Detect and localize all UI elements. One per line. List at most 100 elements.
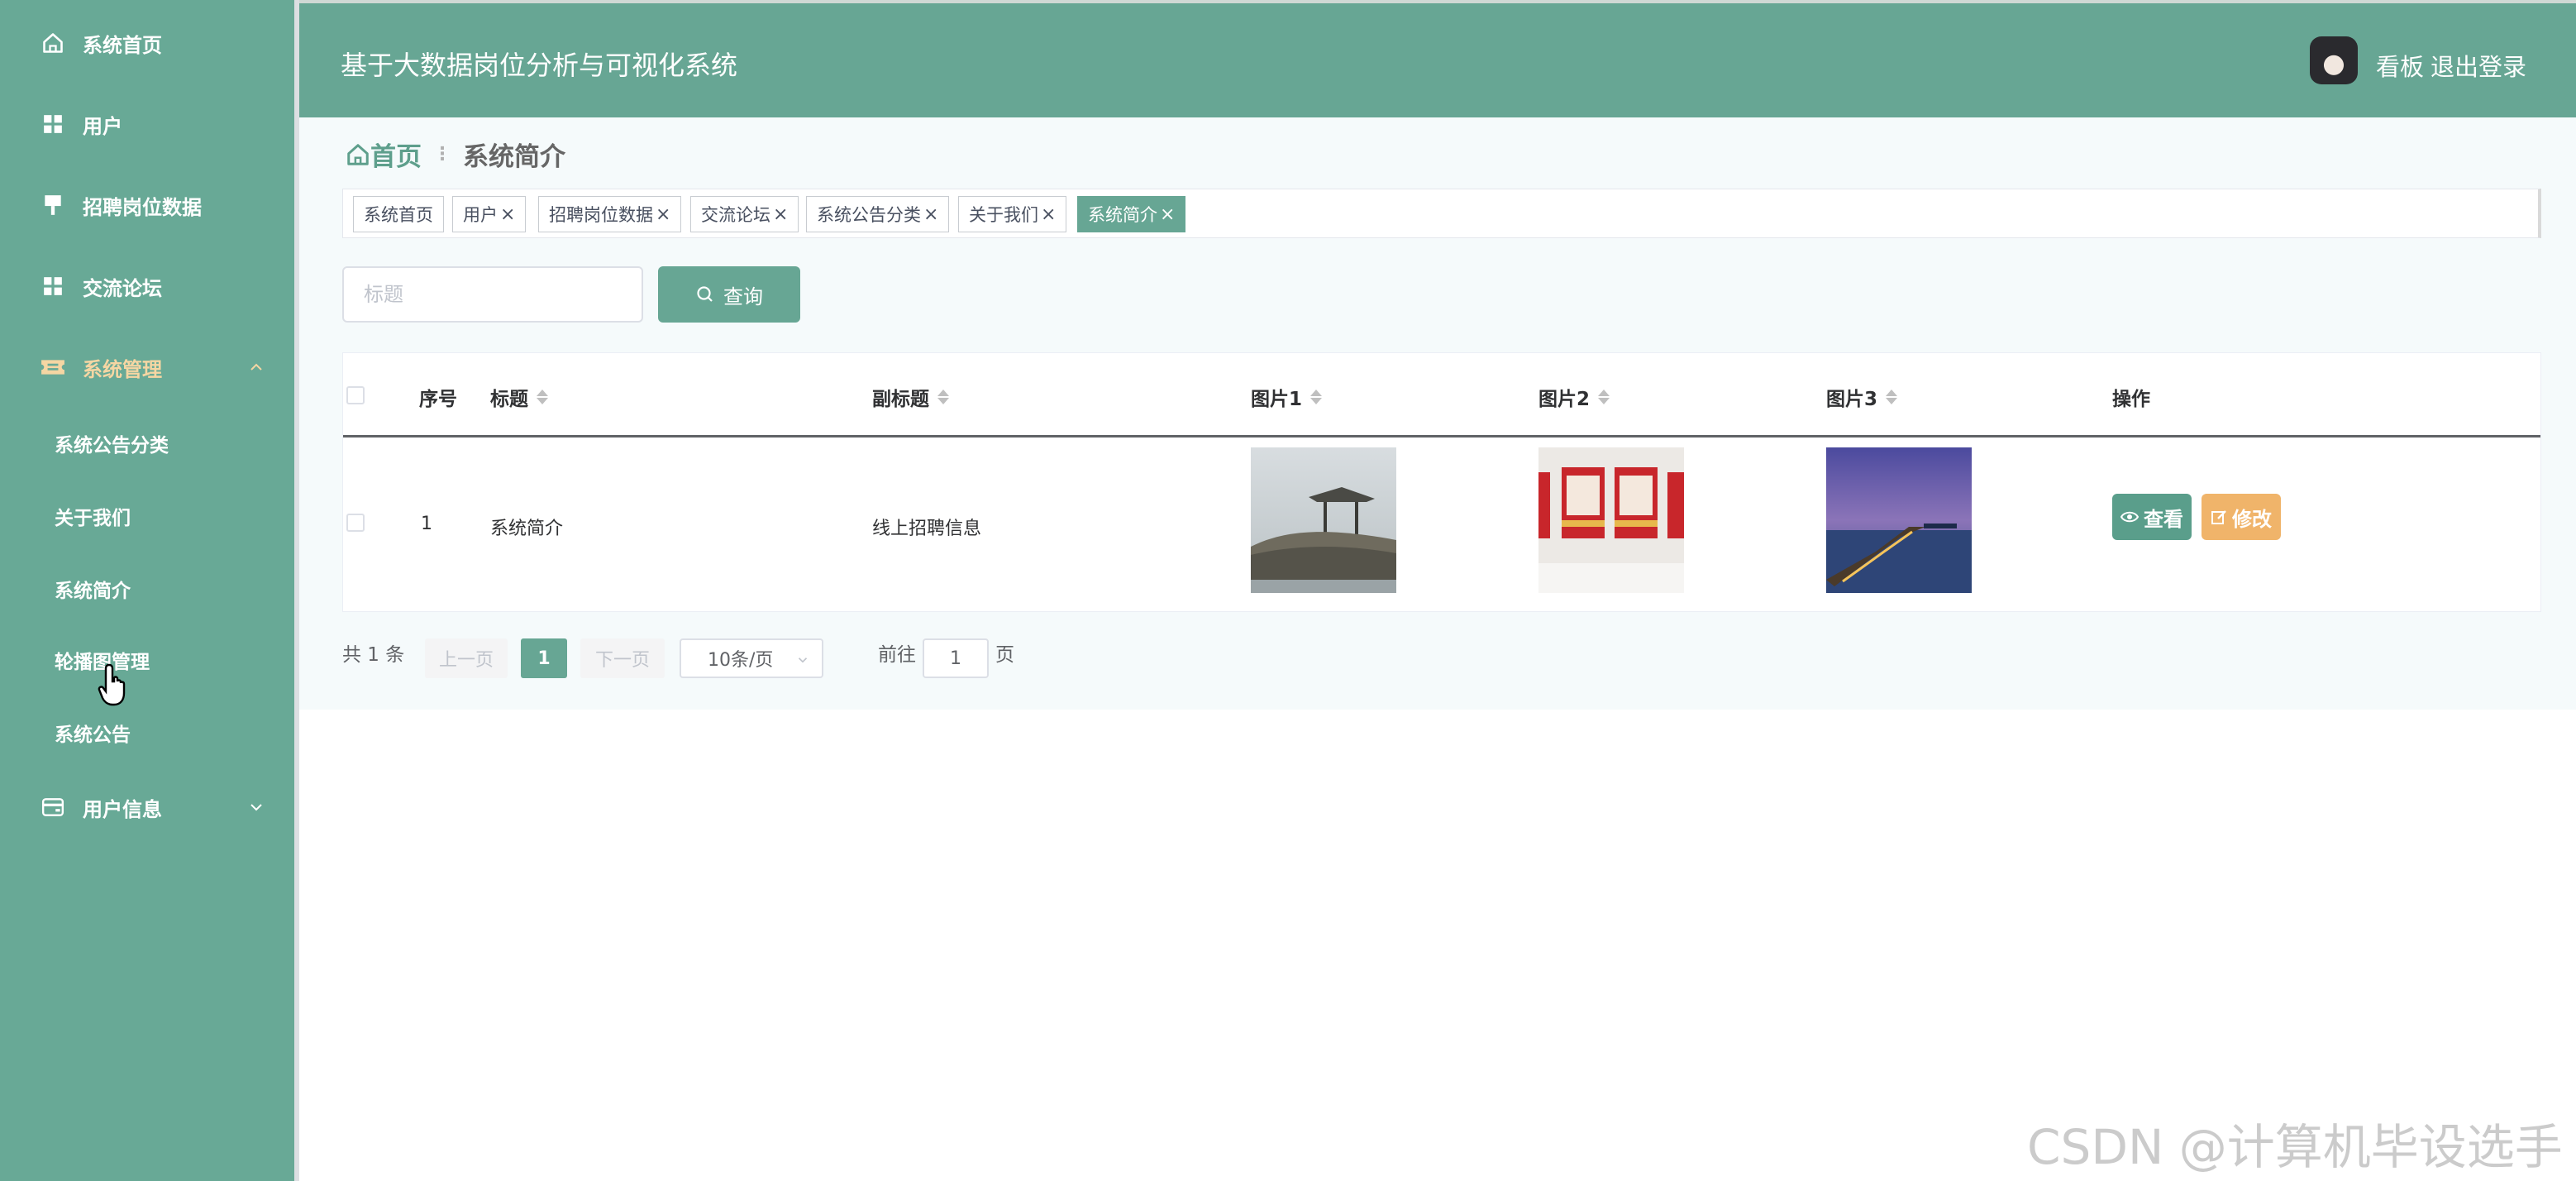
tags-view-bar: 系统首页 用户 × 招聘岗位数据 × 交流论坛 × 系统公告分类 × 关于我们 × 系统简… bbox=[342, 189, 2541, 238]
tag-notice-category[interactable]: 系统公告分类 × bbox=[806, 196, 950, 232]
sidebar-item-home[interactable]: 系统首页 bbox=[0, 18, 294, 68]
hand-cursor-icon bbox=[98, 662, 131, 711]
eye-icon bbox=[2120, 511, 2139, 523]
sidebar: 系统首页 用户 招聘岗位数据 交流论坛 系统管理 系统公告分类 关于我们 系统简… bbox=[0, 0, 294, 1181]
data-table: 序号 标题 副标题 图片1 图片2 图片3 操作 1 系统简介 线上招聘信息 查… bbox=[342, 352, 2541, 612]
grid-icon bbox=[40, 111, 66, 137]
sidebar-item-forum[interactable]: 交流论坛 bbox=[0, 261, 294, 311]
breadcrumb-current: 系统简介 bbox=[463, 142, 565, 172]
tag-forum[interactable]: 交流论坛 × bbox=[690, 196, 799, 232]
page-number-button[interactable]: 1 bbox=[521, 638, 567, 678]
close-icon[interactable]: × bbox=[500, 204, 515, 225]
breadcrumb-home-label: 首页 bbox=[370, 142, 422, 172]
tag-users[interactable]: 用户 × bbox=[452, 196, 527, 232]
column-header-label: 图片2 bbox=[1538, 389, 1591, 410]
row-checkbox[interactable] bbox=[346, 514, 365, 532]
sidebar-item-system-management[interactable]: 系统管理 bbox=[0, 342, 294, 392]
home-icon bbox=[40, 30, 66, 56]
cell-title: 系统简介 bbox=[490, 519, 564, 539]
page-size-value: 10条/页 bbox=[708, 650, 774, 671]
grid-icon bbox=[40, 273, 66, 299]
cell-index: 1 bbox=[421, 514, 432, 534]
column-header-image1[interactable]: 图片1 bbox=[1251, 383, 1323, 411]
column-header-actions: 操作 bbox=[2112, 383, 2150, 411]
title-search-input[interactable] bbox=[342, 266, 643, 323]
column-header-title[interactable]: 标题 bbox=[490, 383, 548, 411]
search-icon bbox=[697, 286, 713, 302]
column-header-label: 图片3 bbox=[1826, 389, 1878, 410]
tag-label: 交流论坛 bbox=[701, 205, 770, 225]
column-header-subtitle[interactable]: 副标题 bbox=[872, 383, 949, 411]
cell-subtitle: 线上招聘信息 bbox=[872, 519, 982, 539]
tag-label: 系统简介 bbox=[1088, 205, 1157, 225]
prev-page-button[interactable]: 上一页 bbox=[425, 638, 508, 678]
image1-thumbnail[interactable] bbox=[1251, 447, 1396, 593]
sidebar-item-job-data[interactable]: 招聘岗位数据 bbox=[0, 180, 294, 230]
sidebar-item-label: 系统管理 bbox=[83, 357, 162, 381]
submenu-item-label: 系统公告分类 bbox=[55, 435, 169, 457]
chevron-up-icon bbox=[246, 357, 266, 377]
close-icon[interactable]: × bbox=[656, 204, 670, 225]
edit-button-label: 修改 bbox=[2232, 507, 2272, 531]
sidebar-item-label: 招聘岗位数据 bbox=[83, 195, 202, 219]
next-page-button[interactable]: 下一页 bbox=[580, 638, 665, 678]
breadcrumb: 首页 ⋮ 系统简介 bbox=[346, 136, 565, 173]
tag-label: 用户 bbox=[463, 205, 498, 225]
sort-icon[interactable] bbox=[1598, 390, 1610, 404]
image2-thumbnail[interactable] bbox=[1538, 447, 1684, 593]
tag-label: 关于我们 bbox=[969, 205, 1038, 225]
close-icon[interactable]: × bbox=[1041, 204, 1056, 225]
view-button-label: 查看 bbox=[2144, 507, 2183, 531]
edit-button[interactable]: 修改 bbox=[2202, 494, 2281, 540]
tag-home[interactable]: 系统首页 bbox=[353, 196, 444, 232]
image3-thumbnail[interactable] bbox=[1826, 447, 1972, 593]
search-button-label: 查询 bbox=[723, 285, 763, 308]
select-all-checkbox[interactable] bbox=[346, 386, 365, 404]
tag-system-intro[interactable]: 系统简介 × bbox=[1077, 196, 1186, 232]
column-header-label: 操作 bbox=[2112, 389, 2150, 410]
tag-about-us[interactable]: 关于我们 × bbox=[958, 196, 1067, 232]
submenu-item-label: 系统简介 bbox=[55, 581, 131, 602]
column-header-index: 序号 bbox=[419, 383, 457, 411]
home-icon bbox=[347, 143, 369, 165]
view-button[interactable]: 查看 bbox=[2112, 494, 2192, 540]
ticket-icon bbox=[40, 354, 66, 380]
submenu-item-notice-category[interactable]: 系统公告分类 bbox=[0, 420, 294, 466]
submenu-item-label: 关于我们 bbox=[55, 508, 131, 529]
submenu-item-label: 系统公告 bbox=[55, 724, 131, 746]
sort-icon[interactable] bbox=[1886, 390, 1898, 404]
goto-page-input[interactable] bbox=[923, 638, 989, 678]
sidebar-item-users[interactable]: 用户 bbox=[0, 99, 294, 149]
edit-icon bbox=[2211, 510, 2226, 524]
breadcrumb-home[interactable]: 首页 bbox=[346, 136, 422, 173]
goto-prefix: 前往 bbox=[878, 644, 916, 666]
sidebar-item-label: 交流论坛 bbox=[83, 276, 162, 300]
pagination-total: 共 1 条 bbox=[342, 644, 405, 666]
header-username: 看板 bbox=[2376, 53, 2425, 81]
tag-label: 招聘岗位数据 bbox=[549, 205, 653, 225]
column-header-label: 标题 bbox=[490, 389, 528, 410]
submenu-item-system-intro[interactable]: 系统简介 bbox=[0, 566, 294, 612]
logout-link[interactable]: 退出登录 bbox=[2431, 48, 2526, 83]
search-button[interactable]: 查询 bbox=[658, 266, 800, 323]
column-header-image3[interactable]: 图片3 bbox=[1826, 383, 1898, 411]
submenu-item-notice[interactable]: 系统公告 bbox=[0, 710, 294, 756]
sort-icon[interactable] bbox=[537, 390, 548, 404]
close-icon[interactable]: × bbox=[923, 204, 938, 225]
column-header-image2[interactable]: 图片2 bbox=[1538, 383, 1610, 411]
page-size-select[interactable]: 10条/页 bbox=[680, 638, 823, 678]
sidebar-item-user-info[interactable]: 用户信息 bbox=[0, 782, 294, 832]
tag-label: 系统首页 bbox=[364, 205, 433, 225]
tag-job-data[interactable]: 招聘岗位数据 × bbox=[538, 196, 682, 232]
submenu-item-about-us[interactable]: 关于我们 bbox=[0, 493, 294, 539]
sidebar-item-label: 用户信息 bbox=[83, 797, 162, 821]
close-icon[interactable]: × bbox=[773, 204, 788, 225]
watermark: CSDN @计算机毕设选手 bbox=[2027, 1119, 2563, 1175]
sort-icon[interactable] bbox=[937, 390, 949, 404]
column-header-label: 图片1 bbox=[1251, 389, 1303, 410]
close-icon[interactable]: × bbox=[1160, 204, 1175, 225]
sort-icon[interactable] bbox=[1310, 390, 1323, 404]
chevron-down-icon bbox=[795, 652, 810, 672]
avatar[interactable] bbox=[2310, 36, 2358, 84]
submenu-item-carousel[interactable]: 轮播图管理 bbox=[0, 637, 294, 683]
